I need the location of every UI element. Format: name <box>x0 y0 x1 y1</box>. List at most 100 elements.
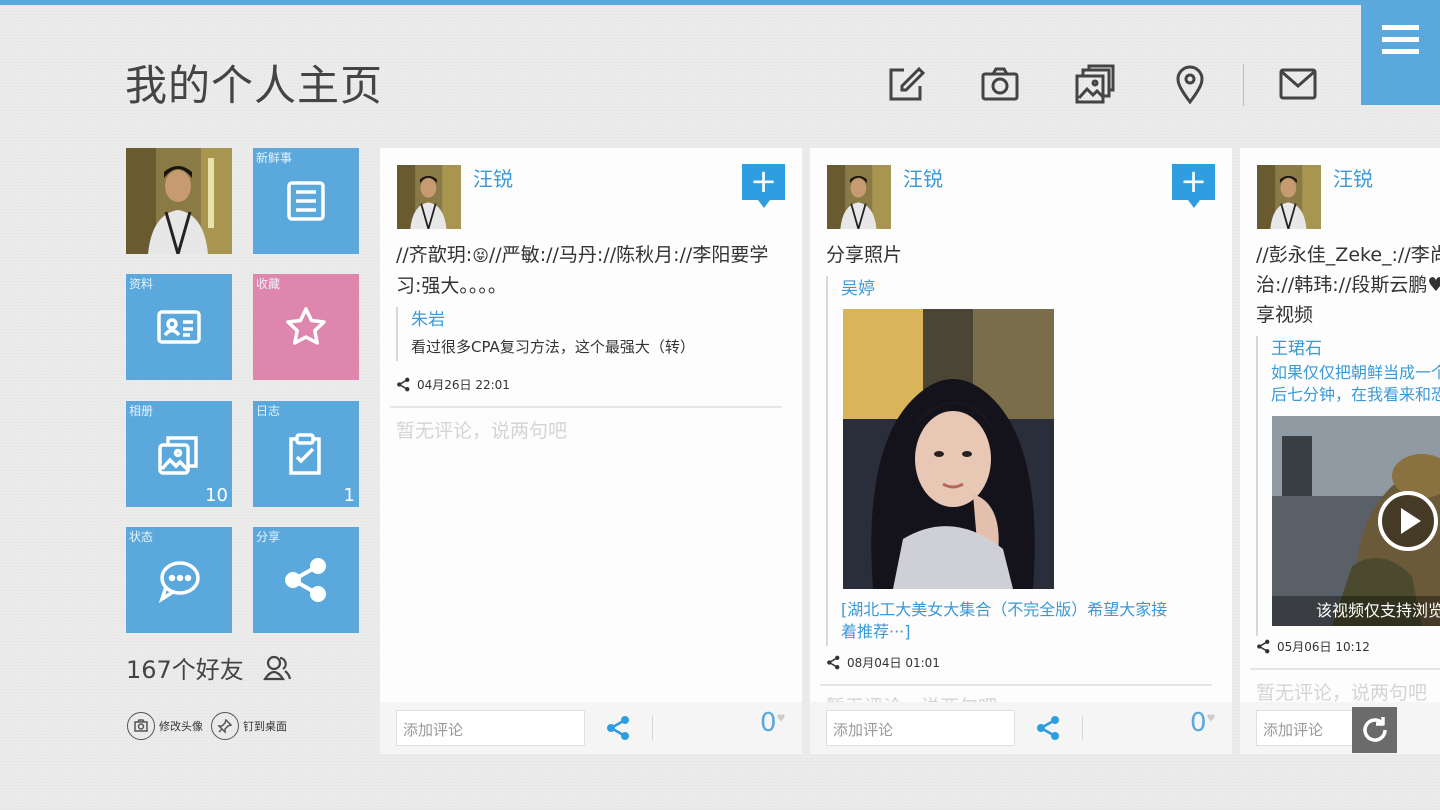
tile-favorites-label: 收藏 <box>256 277 281 291</box>
mail-icon[interactable] <box>1278 64 1318 104</box>
comment-input[interactable]: 添加评论 <box>396 710 585 746</box>
quoted-link-line2[interactable]: 后七分钟，在我看来和恐 <box>1271 384 1440 406</box>
tile-blog-label: 日志 <box>256 404 281 418</box>
quoted-link-line1[interactable]: 如果仅仅把朝鲜当成一个 <box>1271 362 1440 384</box>
post-time: 05月06日 10:12 <box>1277 640 1370 654</box>
pin-desktop-label: 钉到桌面 <box>243 720 287 733</box>
menu-button[interactable] <box>1361 5 1440 105</box>
quoted-author[interactable]: 朱岩 <box>411 307 695 333</box>
no-comment-text: 暂无评论，说两句吧 <box>1256 682 1428 704</box>
divider <box>1250 668 1440 670</box>
pin-icon <box>211 712 239 740</box>
quoted-link-line1[interactable]: [湖北工大美女大集合（不完全版）希望大家接 <box>841 599 1167 621</box>
footer-separator <box>1082 716 1083 740</box>
comment-input[interactable]: 添加评论 <box>1256 710 1356 746</box>
tile-albums-label: 相册 <box>129 404 154 418</box>
news-icon <box>283 178 329 224</box>
shared-photo[interactable] <box>843 309 1054 589</box>
toolbar-separator <box>1243 64 1244 106</box>
divider <box>390 406 782 408</box>
author-avatar[interactable] <box>1257 165 1321 229</box>
menu-icon <box>1382 25 1419 30</box>
quoted-link-line2[interactable]: 着推荐···] <box>841 621 1167 643</box>
plus-icon: + <box>750 162 777 200</box>
quoted-link[interactable]: [湖北工大美女大集合（不完全版）希望大家接 着推荐···] <box>826 599 1167 643</box>
comment-input[interactable]: 添加评论 <box>826 710 1015 746</box>
share-icon <box>1257 639 1270 654</box>
author-avatar[interactable] <box>827 165 891 229</box>
tile-albums[interactable]: 相册 10 <box>126 401 232 507</box>
change-avatar-button[interactable]: 修改头像 <box>127 712 203 740</box>
post-text: 分享照片 <box>826 244 903 266</box>
heart-icon: ♥ <box>776 713 786 725</box>
tile-news[interactable]: 新鲜事 <box>253 148 359 254</box>
location-icon[interactable] <box>1170 64 1210 105</box>
tile-blog-count: 1 <box>343 485 355 506</box>
add-button[interactable]: + <box>1172 162 1215 208</box>
quoted-post: 朱岩 看过很多CPA复习方法，这个最强大（转） <box>396 307 695 361</box>
add-button[interactable]: + <box>742 162 785 208</box>
share-icon[interactable] <box>1034 714 1064 744</box>
like-count[interactable]: 0♥ <box>1190 708 1216 738</box>
camera-icon[interactable] <box>980 64 1020 104</box>
album-icon <box>156 431 202 477</box>
tile-news-label: 新鲜事 <box>256 151 293 165</box>
like-count[interactable]: 0♥ <box>760 708 786 738</box>
feed-card: 汪锐 + //齐歆玥:😝//严敏://马丹://陈秋月://李阳要学 习:强大。… <box>380 148 802 754</box>
author-name[interactable]: 汪锐 <box>473 163 513 192</box>
shared-video[interactable]: 该视频仅支持浏览 <box>1272 416 1440 626</box>
card-footer: 添加评论 0♥ <box>380 702 802 754</box>
card-footer: 添加评论 0♥ <box>810 702 1232 754</box>
play-icon[interactable] <box>1378 491 1438 551</box>
notepad-icon <box>283 431 329 477</box>
feed-card: 汪锐 //彭永佳_Zeke_://李尚 治://韩玮://段斯云鹏♥ 享视频 王… <box>1240 148 1440 754</box>
feed-card: 汪锐 + 分享照片 吴婷 [湖北工大美女大集合（不完全版）希望大家接 着推荐··… <box>810 148 1232 754</box>
tile-share-label: 分享 <box>256 530 281 544</box>
share-icon <box>283 557 329 603</box>
tile-profile-label: 资料 <box>129 277 154 291</box>
footer-separator <box>652 716 653 740</box>
post-meta: 04月26日 22:01 <box>396 376 510 393</box>
tile-status-label: 状态 <box>129 530 154 544</box>
tile-blog[interactable]: 日志 1 <box>253 401 359 507</box>
top-accent-strip <box>0 0 1440 5</box>
tile-profile[interactable]: 资料 <box>126 274 232 380</box>
album-icon[interactable] <box>1075 64 1115 104</box>
tile-albums-count: 10 <box>205 485 228 506</box>
tile-status[interactable]: 状态 <box>126 527 232 633</box>
quoted-author[interactable]: 王珺石 <box>1271 336 1440 362</box>
camera-icon <box>127 712 155 740</box>
refresh-icon <box>1362 717 1387 742</box>
tile-share[interactable]: 分享 <box>253 527 359 633</box>
quoted-text: 看过很多CPA复习方法，这个最强大（转） <box>411 338 695 356</box>
author-name[interactable]: 汪锐 <box>903 163 943 192</box>
share-icon[interactable] <box>604 714 634 744</box>
quoted-author[interactable]: 吴婷 <box>841 276 1206 302</box>
post-text: //彭永佳_Zeke_://李尚 治://韩玮://段斯云鹏♥ 享视频 <box>1256 244 1440 326</box>
tile-favorites[interactable]: 收藏 <box>253 274 359 380</box>
refresh-button[interactable] <box>1352 707 1397 753</box>
chat-bubble-icon <box>156 557 202 604</box>
video-caption: 该视频仅支持浏览 <box>1316 601 1440 620</box>
star-icon <box>283 304 329 350</box>
author-name[interactable]: 汪锐 <box>1333 163 1373 192</box>
emoji: 😝 <box>472 246 489 265</box>
page-title: 我的个人主页 <box>125 61 384 110</box>
post-time: 08月04日 01:01 <box>847 656 940 670</box>
card-footer: 添加评论 <box>1240 702 1440 754</box>
pin-desktop-button[interactable]: 钉到桌面 <box>211 712 287 740</box>
post-text: //齐歆玥:😝//严敏://马丹://陈秋月://李阳要学 习:强大。。。。 <box>396 244 769 297</box>
no-comment-text: 暂无评论，说两句吧 <box>396 420 568 442</box>
compose-icon[interactable] <box>886 64 926 104</box>
post-time: 04月26日 22:01 <box>417 378 510 392</box>
share-icon <box>827 655 840 670</box>
plus-icon: + <box>1180 162 1207 200</box>
friends-count[interactable]: 167个好友 <box>126 650 244 685</box>
change-avatar-label: 修改头像 <box>159 720 203 733</box>
post-meta: 08月04日 01:01 <box>826 654 940 671</box>
avatar[interactable] <box>126 148 232 254</box>
author-avatar[interactable] <box>397 165 461 229</box>
friends-icon[interactable] <box>262 653 292 681</box>
share-icon <box>397 377 410 392</box>
divider <box>820 684 1212 686</box>
